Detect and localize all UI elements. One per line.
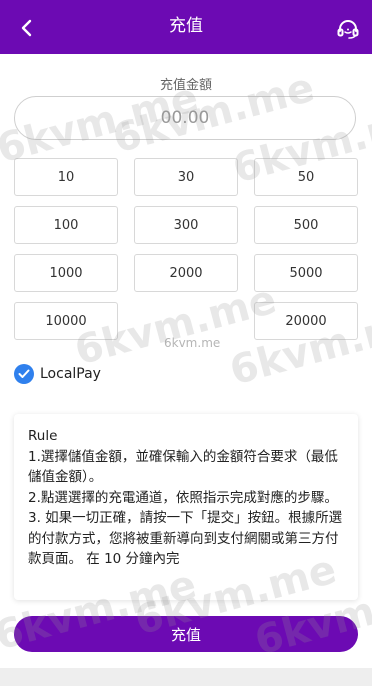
payment-method-label: LocalPay (40, 366, 101, 382)
rule-line: 2.點選選擇的充電通道，依照指示完成對應的步驟。 (28, 489, 338, 506)
preset-amount-button[interactable]: 1000 (14, 254, 118, 292)
rules-panel: Rule 1.選擇儲值金額，並確保輸入的金額符合要求（最低儲值金額）。 2.點選… (14, 414, 358, 600)
preset-amount-button[interactable]: 30 (134, 158, 238, 196)
preset-amount-button[interactable]: 500 (254, 206, 358, 244)
preset-amount-grid: 10 30 50 100 300 500 1000 2000 5000 1000… (14, 158, 358, 340)
page-title: 充值 (169, 16, 203, 36)
check-circle-icon (14, 364, 34, 384)
rule-line: 1.選擇儲值金額，並確保輸入的金額符合要求（最低儲值金額）。 (28, 448, 338, 486)
amount-input[interactable] (15, 107, 355, 129)
amount-label: 充值金額 (159, 78, 212, 93)
preset-amount-button[interactable]: 10 (14, 158, 118, 196)
recharge-submit-button[interactable]: 充值 (14, 616, 358, 652)
rule-line: 3. 如果一切正確，請按一下「提交」按鈕。根據所選的付款方式，您將被重新導向到支… (28, 510, 343, 567)
preset-amount-button[interactable]: 300 (134, 206, 238, 244)
top-bar: 充值 (0, 0, 372, 54)
rules-title: Rule (28, 428, 58, 444)
preset-amount-button[interactable]: 50 (254, 158, 358, 196)
amount-field[interactable] (14, 96, 356, 140)
payment-method-localpay[interactable]: LocalPay (14, 363, 101, 385)
headset-icon (337, 20, 359, 39)
preset-amount-button[interactable]: 20000 (254, 302, 358, 340)
preset-amount-button[interactable]: 10000 (14, 302, 118, 340)
preset-amount-button[interactable]: 2000 (134, 254, 238, 292)
preset-amount-button[interactable]: 100 (14, 206, 118, 244)
preset-amount-button[interactable]: 5000 (254, 254, 358, 292)
support-button[interactable] (336, 17, 360, 41)
preset-amount-placeholder (134, 302, 238, 340)
bottom-strip (0, 668, 372, 686)
